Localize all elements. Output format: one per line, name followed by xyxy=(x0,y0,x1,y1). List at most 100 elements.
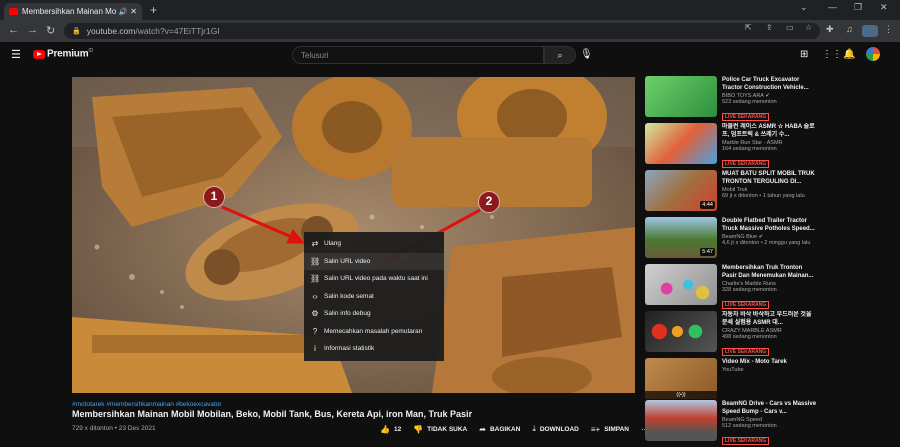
profile-avatar[interactable] xyxy=(862,25,878,37)
forward-icon[interactable]: → xyxy=(27,24,38,36)
dislike-button[interactable]: 👎 TIDAK SUKA xyxy=(413,425,467,434)
share-button[interactable]: ➦ BAGIKAN xyxy=(479,425,520,434)
browser-tab-bar: Membersihkan Mainan Mobi 🔊 ✕ + ⌄ — ❐ ✕ xyxy=(0,0,900,20)
new-tab-icon[interactable]: + xyxy=(150,3,157,17)
ctx-copy-debug-info[interactable]: ⚙ Salin info debug xyxy=(304,305,444,323)
video-thumbnail[interactable]: ((•)) xyxy=(645,358,717,399)
bookmark-star-icon[interactable]: ☆ xyxy=(805,23,812,32)
rec-views: 328 sedang menonton xyxy=(722,287,777,293)
video-thumbnail[interactable] xyxy=(645,76,717,117)
list-item[interactable]: 자동차 바삭 바삭하고 부드러운 것을 분쇄 실험용 ASMR 대... CRAZ… xyxy=(645,311,817,356)
account-avatar[interactable] xyxy=(866,47,880,61)
lock-icon[interactable]: 🔒 xyxy=(72,27,81,35)
share-icon[interactable]: ⇪ xyxy=(766,23,773,32)
list-item[interactable]: 마블런 레이스 ASMR ☆ HABA 슬로프, 덤프트럭 & 쓰레기 수...… xyxy=(645,123,817,168)
search-input[interactable]: Telusuri xyxy=(292,46,544,64)
list-item[interactable]: Membersihkan Truk Tronton Pasir Dan Mene… xyxy=(645,264,817,309)
rec-views: 164 sedang menonton xyxy=(722,146,777,152)
ctx-label: Salin info debug xyxy=(324,310,371,318)
tab-search-icon[interactable]: ⌄ xyxy=(800,2,808,13)
close-window-icon[interactable]: ✕ xyxy=(880,2,888,13)
ctx-troubleshoot[interactable]: ? Memecahkan masalah pemutaran xyxy=(304,323,444,341)
hamburger-menu-icon[interactable]: ☰ xyxy=(11,48,21,61)
video-thumbnail[interactable] xyxy=(645,400,717,441)
menu-dots-icon[interactable]: ⋮ xyxy=(884,24,893,35)
rec-title[interactable]: Video Mix - Moto Tarek xyxy=(722,358,817,366)
rec-views: 4,6 jt x ditonton • 2 minggu yang lalu xyxy=(722,240,811,246)
like-button[interactable]: 👍 12 xyxy=(380,425,401,434)
open-in-app-icon[interactable]: ⇱ xyxy=(745,23,752,32)
video-thumbnail[interactable]: 4:44 xyxy=(645,170,717,211)
youtube-premium-logo[interactable]: PremiumID xyxy=(47,48,93,59)
download-button[interactable]: ⤓ DOWNLOAD xyxy=(532,424,579,434)
ctx-copy-video-url[interactable]: ⛓ Salin URL video xyxy=(304,252,444,270)
video-thumbnail[interactable]: 5:47 xyxy=(645,217,717,258)
minimize-icon[interactable]: — xyxy=(828,2,837,12)
list-item[interactable]: 5:47 Double Flatbed Trailer Tractor Truc… xyxy=(645,217,815,261)
rec-title[interactable]: 마블런 레이스 ASMR ☆ HABA 슬로프, 덤프트럭 & 쓰레기 수... xyxy=(722,123,817,139)
tab-close-icon[interactable]: ✕ xyxy=(130,7,137,16)
reload-icon[interactable]: ↻ xyxy=(46,24,55,37)
rec-title[interactable]: Membersihkan Truk Tronton Pasir Dan Mene… xyxy=(722,264,817,280)
apps-grid-icon[interactable]: ⋮⋮ xyxy=(822,49,842,60)
annotation-badge-2: 2 xyxy=(478,191,500,213)
download-icon: ⤓ xyxy=(532,424,536,433)
video-title: Membersihkan Mainan Mobil Mobilan, Beko,… xyxy=(72,409,473,419)
mic-icon[interactable]: 🎙 xyxy=(580,49,593,60)
ctx-label: Informasi statistik xyxy=(324,345,375,353)
rec-title[interactable]: 자동차 바삭 바삭하고 부드러운 것을 분쇄 실험용 ASMR 대... xyxy=(722,311,817,327)
rec-title[interactable]: Double Flatbed Trailer Tractor Truck Mas… xyxy=(722,217,817,233)
thumbs-down-icon: 👎 xyxy=(413,424,424,434)
list-item[interactable]: BeamNG Drive - Cars vs Massive Speed Bum… xyxy=(645,400,817,445)
cast-icon[interactable]: ▭ xyxy=(786,23,794,32)
url-path: /watch?v=47EiTTjr1GI xyxy=(135,26,220,36)
ctx-label: Ulang xyxy=(324,240,341,248)
live-badge: LIVE SEKARANG xyxy=(722,301,770,309)
url-domain: youtube.com xyxy=(86,26,136,36)
thumbs-up-icon: 👍 xyxy=(380,424,390,434)
rec-title[interactable]: MUAT BATU SPLIT MOBIL TRUK TRONTON TERGU… xyxy=(722,170,817,186)
help-icon: ? xyxy=(312,326,318,336)
rec-title[interactable]: BeamNG Drive - Cars vs Massive Speed Bum… xyxy=(722,400,817,416)
ctx-copy-embed-code[interactable]: ‹› Salin kode semat xyxy=(304,288,444,306)
save-button[interactable]: ≡+ SIMPAN xyxy=(591,425,629,434)
back-icon[interactable]: ← xyxy=(8,24,19,36)
address-bar[interactable]: 🔒 youtube.com/watch?v=47EiTTjr1GI xyxy=(64,23,820,39)
annotation-badge-1: 1 xyxy=(203,186,225,208)
ctx-loop[interactable]: ⇄ Ulang xyxy=(304,235,444,253)
loop-icon: ⇄ xyxy=(311,239,319,249)
video-duration: 4:44 xyxy=(700,201,715,209)
rec-title[interactable]: Police Car Truck Excavator Tractor Const… xyxy=(722,76,817,92)
rec-views: 498 sedang menonton xyxy=(722,334,777,340)
ctx-label: Salin kode semat xyxy=(324,292,374,300)
youtube-logo-icon[interactable] xyxy=(33,50,45,59)
like-count: 12 xyxy=(393,425,402,433)
debug-icon: ⚙ xyxy=(311,309,319,319)
download-label: DOWNLOAD xyxy=(539,425,579,433)
embed-icon: ‹› xyxy=(312,291,318,301)
list-item[interactable]: ((•)) Video Mix - Moto Tarek YouTube xyxy=(645,358,815,402)
video-hashtags[interactable]: #mototarek #membersihkanmainan #bekoexca… xyxy=(72,401,222,408)
mix-live-icon: ((•)) xyxy=(645,391,717,399)
maximize-icon[interactable]: ❐ xyxy=(854,2,862,13)
media-control-icon[interactable]: ♫ xyxy=(846,24,853,34)
ctx-copy-url-at-time[interactable]: ⛓ Salin URL video pada waktu saat ini xyxy=(304,270,444,288)
list-item[interactable]: Police Car Truck Excavator Tractor Const… xyxy=(645,76,817,121)
video-thumbnail[interactable] xyxy=(645,311,717,352)
ctx-stats-for-nerds[interactable]: i Informasi statistik xyxy=(304,340,444,358)
share-arrow-icon: ➦ xyxy=(479,424,486,434)
rec-views: 69 jt x ditonton • 1 tahun yang lalu xyxy=(722,193,805,199)
list-item[interactable]: 4:44 MUAT BATU SPLIT MOBIL TRUK TRONTON … xyxy=(645,170,815,214)
ctx-label: Salin URL video xyxy=(324,257,371,265)
video-thumbnail[interactable] xyxy=(645,123,717,164)
browser-toolbar: ← → ↻ 🔒 youtube.com/watch?v=47EiTTjr1GI … xyxy=(0,20,900,42)
notifications-bell-icon[interactable]: 🔔 xyxy=(843,49,855,60)
live-badge: LIVE SEKARANG xyxy=(722,160,770,168)
browser-tab[interactable]: Membersihkan Mainan Mobi 🔊 ✕ xyxy=(4,3,142,20)
extensions-icon[interactable]: ✚ xyxy=(826,24,834,35)
speaker-icon[interactable]: 🔊 xyxy=(119,8,128,16)
create-video-icon[interactable]: ⊞ xyxy=(800,49,808,60)
search-button[interactable]: ⌕ xyxy=(544,46,576,64)
video-thumbnail[interactable] xyxy=(645,264,717,305)
rec-channel[interactable]: YouTube xyxy=(722,367,817,373)
